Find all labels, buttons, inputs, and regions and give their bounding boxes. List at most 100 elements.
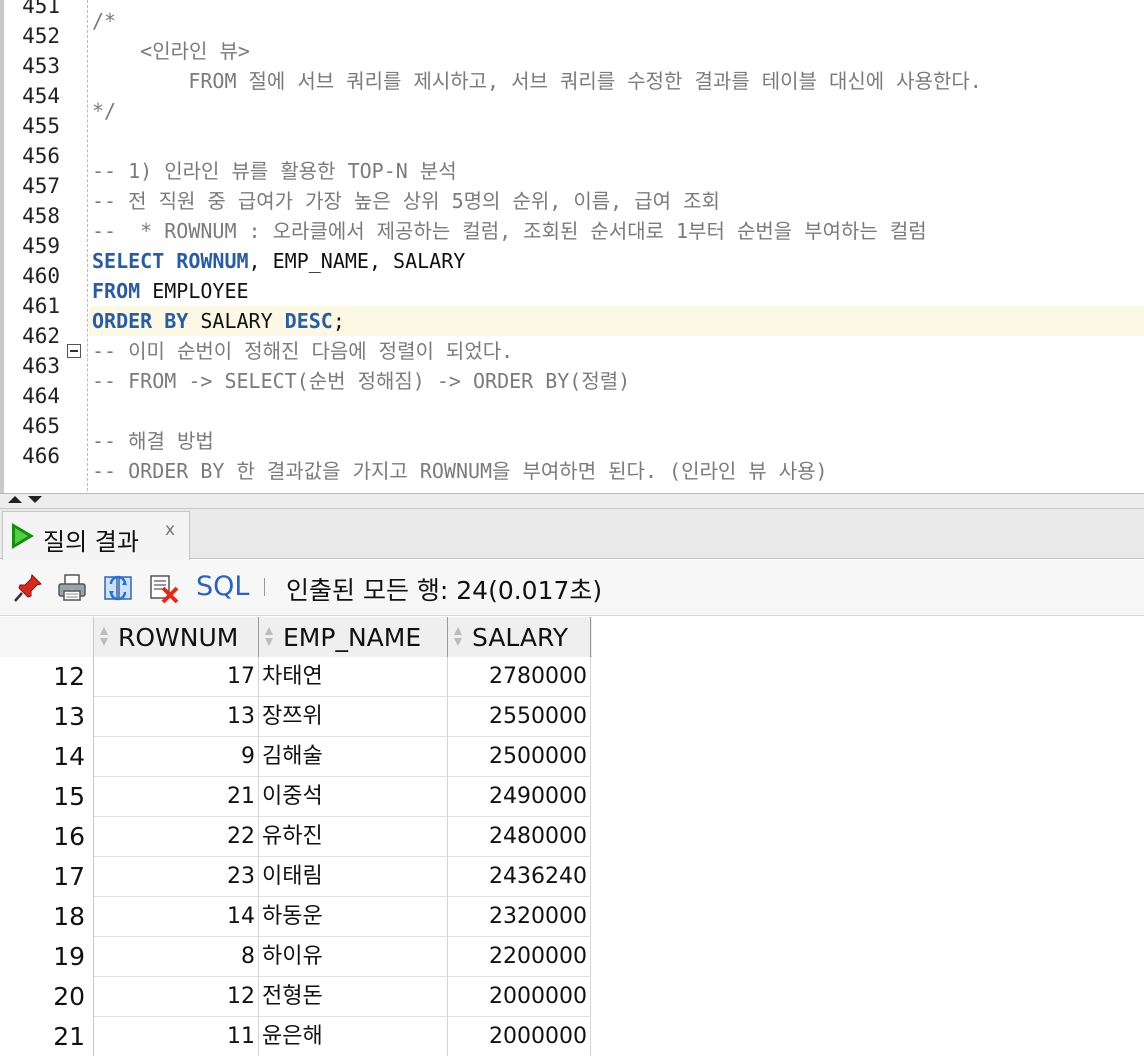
table-row[interactable]: 16 22 유하진 2480000 [0,817,592,857]
keyword-rownum: ROWNUM [164,249,249,273]
cell-emp-name[interactable]: 이태림 [259,857,448,897]
cell-emp-name[interactable]: 전형돈 [259,977,448,1017]
code-line[interactable]: -- ORDER BY 한 결과값을 가지고 ROWNUM을 부여하면 된다. … [92,456,828,486]
column-header-emp-name[interactable]: EMP_NAME [259,617,448,657]
cell-rownum[interactable]: 9 [94,737,259,777]
cell-salary[interactable]: 2000000 [448,1017,591,1056]
code-line[interactable]: -- 이미 순번이 정해진 다음에 정렬이 되었다. [92,336,513,366]
cancel-icon[interactable] [148,572,180,604]
cell-emp-name[interactable]: 이중석 [259,777,448,817]
cell-rownum[interactable]: 23 [94,857,259,897]
code-line-select[interactable]: SELECT ROWNUM, EMP_NAME, SALARY [92,246,465,276]
column-header-label: SALARY [472,623,569,652]
line-number: 461 [22,294,60,318]
sql-editor[interactable]: 451 452 453 454 455 456 457 458 459 460 … [0,0,1144,496]
cell-salary[interactable]: 2200000 [448,937,591,977]
code-line-from[interactable]: FROM EMPLOYEE [92,276,249,306]
tab-close-button[interactable]: x [165,520,175,540]
keyword-from: FROM [92,279,141,303]
cell-rownum[interactable]: 8 [94,937,259,977]
cell-emp-name[interactable]: 하이유 [259,937,448,977]
cell-salary[interactable]: 2436240 [448,857,591,897]
fold-collapse-icon[interactable] [67,344,81,358]
table-row[interactable]: 21 11 윤은해 2000000 [0,1017,592,1056]
sort-icon[interactable] [263,626,275,648]
column-header-label: EMP_NAME [283,623,422,652]
cell-salary[interactable]: 2490000 [448,777,591,817]
cell-rownum[interactable]: 11 [94,1017,259,1056]
fold-gutter [66,0,88,496]
table-row[interactable]: 19 8 하이유 2200000 [0,937,592,977]
run-icon [12,523,34,549]
collapse-down-icon[interactable] [28,496,42,503]
sort-icon[interactable] [98,626,110,648]
cell-emp-name[interactable]: 김해술 [259,737,448,777]
cell-rownum[interactable]: 22 [94,817,259,857]
code-line[interactable]: -- * ROWNUM : 오라클에서 제공하는 컬럼, 조회된 순서대로 1부… [92,216,927,246]
print-icon[interactable] [56,572,88,604]
cell-emp-name[interactable]: 하동운 [259,897,448,937]
line-number: 457 [22,174,60,198]
cell-salary[interactable]: 2000000 [448,977,591,1017]
cell-salary[interactable]: 2550000 [448,697,591,737]
row-index: 19 [0,937,94,977]
cell-rownum[interactable]: 17 [94,657,259,697]
table-row[interactable]: 14 9 김해술 2500000 [0,737,592,777]
line-number: 462 [22,324,60,348]
panel-splitter[interactable] [0,493,1144,509]
code-line[interactable]: -- 해결 방법 [92,426,214,456]
line-number: 458 [22,204,60,228]
cell-salary[interactable]: 2500000 [448,737,591,777]
code-line[interactable]: -- 전 직원 중 급여가 가장 높은 상위 5명의 순위, 이름, 급여 조회 [92,186,720,216]
cell-rownum[interactable]: 12 [94,977,259,1017]
column-header-rownum[interactable]: ROWNUM [94,617,259,657]
cell-salary[interactable]: 2780000 [448,657,591,697]
cell-rownum[interactable]: 21 [94,777,259,817]
line-number: 459 [22,234,60,258]
column-header-salary[interactable]: SALARY [448,617,591,657]
line-number: 465 [22,414,60,438]
cell-emp-name[interactable]: 차태연 [259,657,448,697]
cell-emp-name[interactable]: 장쯔위 [259,697,448,737]
pin-icon[interactable] [12,572,44,604]
code-text: EMPLOYEE [140,279,249,303]
table-row[interactable]: 18 14 하동운 2320000 [0,897,592,937]
line-number: 456 [22,144,60,168]
table-row[interactable]: 12 17 차태연 2780000 [0,657,592,697]
fetched-rows-status: 인출된 모든 행: 24(0.017초) [286,576,603,605]
table-row[interactable]: 13 13 장쯔위 2550000 [0,697,592,737]
results-tab-bar: 질의 결과 x [0,509,1144,560]
code-line[interactable]: /* [92,6,116,36]
line-number: 460 [22,264,60,288]
code-text: SALARY [188,309,285,333]
table-row[interactable]: 15 21 이중석 2490000 [0,777,592,817]
line-number: 455 [22,114,60,138]
column-header-label: ROWNUM [118,623,239,652]
row-index: 18 [0,897,94,937]
code-line[interactable]: */ [92,96,116,126]
cell-emp-name[interactable]: 유하진 [259,817,448,857]
cell-rownum[interactable]: 13 [94,697,259,737]
toolbar-separator [264,578,265,596]
code-line[interactable]: FROM 절에 서브 쿼리를 제시하고, 서브 쿼리를 수정한 결과를 테이블 … [92,66,982,96]
code-line[interactable]: -- 1) 인라인 뷰를 활용한 TOP-N 분석 [92,156,457,186]
code-line[interactable]: <인라인 뷰> [92,36,250,66]
expand-up-icon[interactable] [8,496,22,503]
code-line-order-by[interactable]: ORDER BY SALARY DESC; [92,306,345,336]
tab-label: 질의 결과 [43,528,139,556]
results-grid[interactable]: ROWNUM EMP_NAME SALARY 12 17 차태연 2780000… [0,617,1144,1056]
cell-salary[interactable]: 2480000 [448,817,591,857]
table-row[interactable]: 17 23 이태림 2436240 [0,857,592,897]
line-number: 464 [22,384,60,408]
row-index: 21 [0,1017,94,1056]
tab-query-result[interactable]: 질의 결과 x [2,511,190,560]
cell-salary[interactable]: 2320000 [448,897,591,937]
cell-emp-name[interactable]: 윤은해 [259,1017,448,1056]
sort-icon[interactable] [452,626,464,648]
table-row[interactable]: 20 12 전형돈 2000000 [0,977,592,1017]
row-index: 13 [0,697,94,737]
cell-rownum[interactable]: 14 [94,897,259,937]
refresh-icon[interactable] [102,572,134,604]
sql-button[interactable]: SQL [196,571,249,602]
code-line[interactable]: -- FROM -> SELECT(순번 정해짐) -> ORDER BY(정렬… [92,366,630,396]
